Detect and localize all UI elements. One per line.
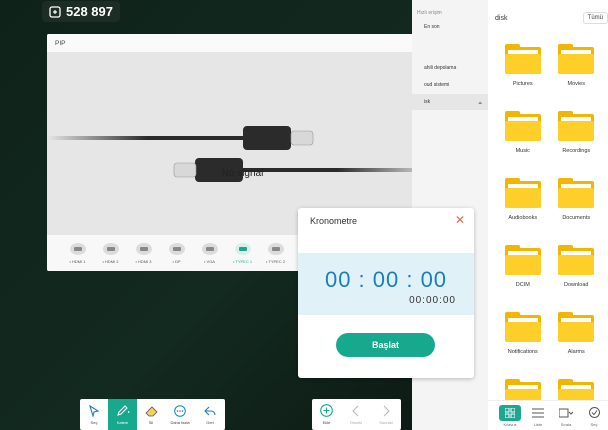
start-button[interactable]: Başlat: [336, 333, 435, 357]
folder-notifications[interactable]: Notifications: [501, 312, 545, 355]
add-page-button[interactable]: Ekle: [312, 399, 341, 430]
folder-movies[interactable]: Movies: [555, 44, 599, 87]
file-browser-header: disk Tümü: [488, 0, 608, 36]
folder-documents[interactable]: Documents: [555, 178, 599, 221]
pen-tool-button[interactable]: Kalem: [108, 399, 137, 430]
source-typec2[interactable]: • TYPEC 2: [259, 242, 292, 264]
stopwatch-subtime: 00:00:00: [409, 295, 456, 306]
dp-icon: [168, 242, 185, 255]
grid-icon: [505, 407, 515, 418]
folder-grid: Pictures Movies Music Recordings Audiobo…: [488, 36, 608, 416]
select-icon: [89, 404, 100, 417]
pip-title: PIP: [55, 39, 66, 47]
folder-pictures[interactable]: Pictures: [501, 44, 545, 87]
folder-icon: [504, 245, 541, 275]
drawing-toolbar: Seç Kalem Sil Daha fazla Geri: [80, 399, 225, 430]
next-page-button[interactable]: Sonraki: [371, 399, 401, 430]
file-browser: disk Tümü Pictures Movies Music Recordin…: [488, 0, 608, 430]
stopwatch-display: 00 : 00 : 00 00:00:00: [298, 253, 474, 315]
folder-download[interactable]: Download: [555, 245, 599, 288]
folder-icon: [504, 44, 541, 74]
source-vga[interactable]: • VGA: [193, 242, 226, 264]
chevron-left-icon: [352, 405, 359, 416]
folder-music[interactable]: Music: [501, 111, 545, 154]
more-icon: [174, 404, 186, 417]
hdmi-icon: [69, 242, 86, 255]
eject-icon[interactable]: ⏏: [478, 100, 482, 105]
folder-icon: [558, 44, 595, 74]
select-tool-button[interactable]: Seç: [80, 399, 108, 430]
folder-icon: [558, 245, 595, 275]
sidebar-item-local-storage[interactable]: ahili depolama: [424, 65, 456, 71]
location-label: disk: [495, 14, 508, 22]
hdmi-icon: [102, 242, 119, 255]
folder-icon: [504, 111, 541, 141]
select-button[interactable]: Seç: [580, 405, 608, 427]
pip-header[interactable]: PIP ✕: [47, 34, 438, 52]
chevron-right-icon: [383, 405, 390, 416]
stopwatch-title: Kronometre: [310, 216, 358, 226]
no-signal-label: No signal: [221, 168, 264, 179]
source-typec1[interactable]: • TYPEC 1: [226, 242, 259, 264]
eraser-icon: [144, 405, 158, 416]
sidebar-title: Hızlı erişim: [417, 10, 442, 16]
list-view-button[interactable]: Liste: [524, 405, 552, 427]
list-icon: [532, 408, 544, 417]
check-circle-icon: [588, 407, 600, 418]
share-icon: [49, 5, 61, 18]
folder-icon: [504, 312, 541, 342]
filter-select[interactable]: Tümü: [582, 12, 608, 24]
folder-recordings[interactable]: Recordings: [555, 111, 599, 154]
add-icon: [320, 404, 333, 417]
undo-button[interactable]: Geri: [195, 399, 225, 430]
stopwatch-dialog[interactable]: Kronometre ✕ 00 : 00 : 00 00:00:00 Başla…: [298, 208, 474, 378]
sidebar-item-recent[interactable]: En son: [424, 24, 440, 30]
folder-alarms[interactable]: Alarms: [555, 312, 599, 355]
folder-audiobooks[interactable]: Audiobooks: [501, 178, 545, 221]
folder-icon: [558, 312, 595, 342]
sidebar-item-cloud[interactable]: oud sistemi: [424, 82, 449, 88]
view-mode-bar: Kılavuz Liste Sırala Seç: [488, 400, 608, 430]
room-id-badge: 528 897: [42, 1, 120, 22]
hdmi-icon: [135, 242, 152, 255]
pen-icon: [116, 404, 130, 416]
sort-icon: [559, 408, 573, 417]
stopwatch-time: 00 : 00 : 00: [324, 267, 448, 292]
vga-icon: [201, 242, 218, 255]
folder-icon: [504, 178, 541, 208]
undo-icon: [204, 406, 216, 415]
page-toolbar: Ekle Önceki Sonraki: [312, 399, 401, 430]
sidebar-item-disk[interactable]: isk ⏏: [412, 94, 488, 110]
source-hdmi3[interactable]: • HDMI 3: [127, 242, 160, 264]
more-tools-button[interactable]: Daha fazla: [165, 399, 195, 430]
folder-dcim[interactable]: DCIM: [501, 245, 545, 288]
room-id: 528 897: [66, 4, 113, 19]
previous-page-button[interactable]: Önceki: [341, 399, 371, 430]
folder-icon: [558, 111, 595, 141]
typec-icon: [267, 242, 284, 255]
typec-icon: [234, 242, 251, 255]
close-icon[interactable]: ✕: [455, 213, 465, 227]
sort-button[interactable]: Sırala: [552, 405, 580, 427]
source-hdmi1[interactable]: • HDMI 1: [61, 242, 94, 264]
grid-view-button[interactable]: Kılavuz: [496, 404, 524, 427]
eraser-tool-button[interactable]: Sil: [137, 399, 165, 430]
folder-icon: [558, 178, 595, 208]
source-hdmi2[interactable]: • HDMI 2: [94, 242, 127, 264]
source-dp[interactable]: • DP: [160, 242, 193, 264]
